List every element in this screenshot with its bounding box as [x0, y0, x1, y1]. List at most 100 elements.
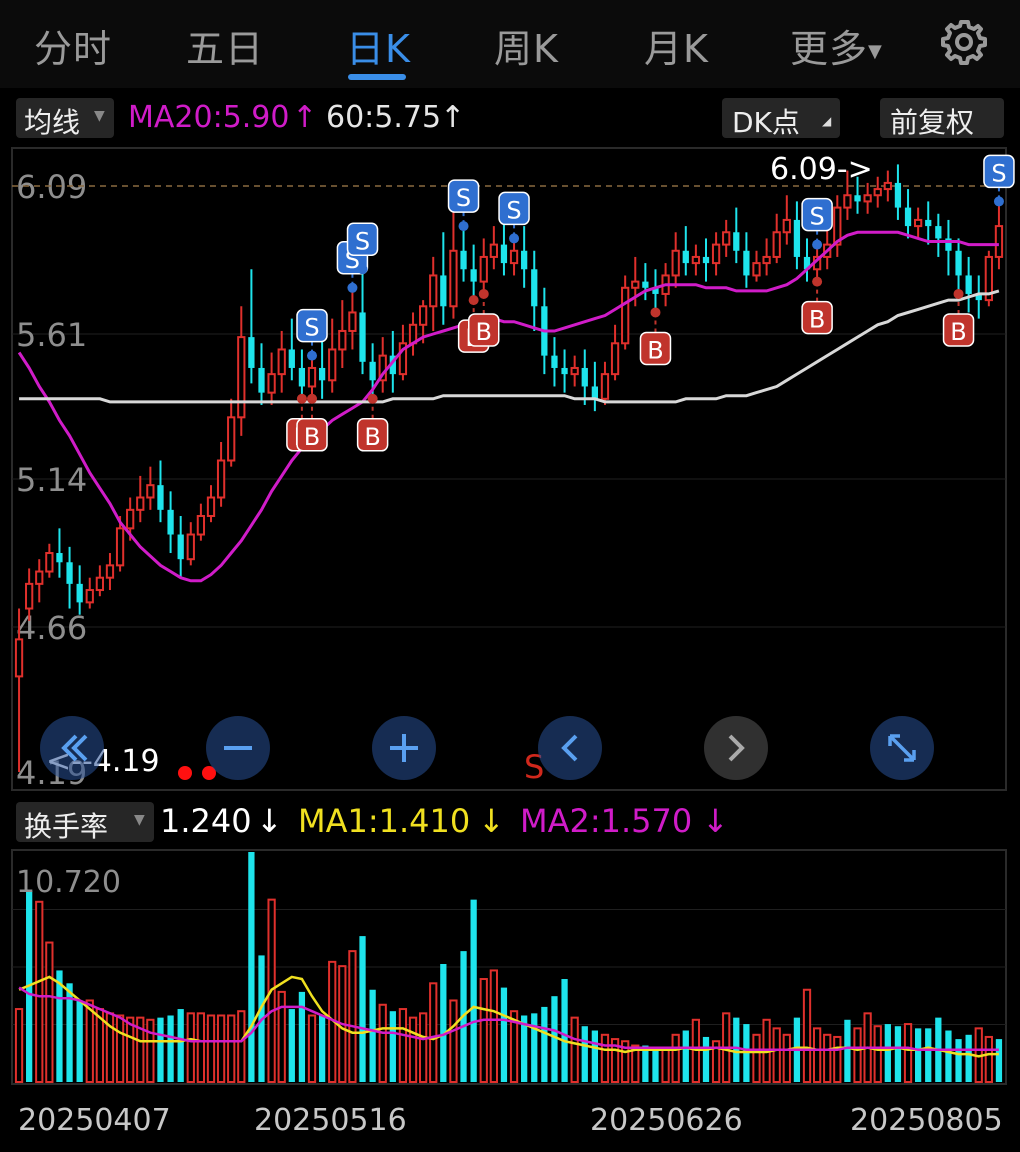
candle-body — [136, 496, 145, 511]
candle-body — [206, 496, 216, 518]
signal-label: B — [304, 423, 320, 451]
turnover-bar — [248, 852, 255, 1082]
turnover-bar — [298, 991, 306, 1082]
candle-body — [419, 305, 428, 326]
turnover-bar — [35, 900, 44, 1083]
turnover-bar — [216, 1014, 226, 1084]
signal-label: S — [506, 196, 521, 224]
turnover-bar — [570, 1016, 579, 1084]
signal-anchor-dot — [812, 239, 823, 250]
turnover-bar — [733, 1017, 740, 1082]
signal-anchor-dot — [468, 295, 479, 306]
signal-label: B — [950, 318, 966, 346]
turnover-bar — [489, 969, 498, 1084]
turnover-bar — [955, 1039, 962, 1082]
turnover-bar — [591, 1030, 598, 1082]
trade-signal-markers: SSSSSSSBBBBBBBB — [286, 154, 1015, 452]
candle-body — [722, 231, 731, 246]
signal-label: S — [355, 227, 370, 255]
candle-body — [95, 576, 104, 592]
candle-body — [429, 274, 438, 308]
turnover-bar — [206, 1014, 216, 1084]
candle-body — [621, 286, 630, 345]
candle-body — [489, 243, 498, 258]
candle-body — [258, 367, 265, 393]
turnover-bar — [661, 1048, 670, 1083]
zoom-out-button[interactable] — [206, 716, 270, 780]
minus-icon — [224, 746, 252, 750]
signal-anchor-dot — [478, 288, 489, 299]
candle-body — [955, 250, 962, 276]
signal-anchor-dot — [812, 276, 823, 287]
ma2-value: MA2:1.570 — [520, 802, 693, 840]
signal-label: B — [476, 318, 492, 346]
date-tick-label: 20250516 — [254, 1103, 407, 1138]
turnover-bar — [833, 1035, 842, 1083]
candle-body — [66, 562, 73, 584]
turnover-bar — [76, 1000, 83, 1082]
candle-body — [581, 367, 588, 387]
candle-body — [460, 250, 467, 270]
candle-body — [318, 367, 326, 381]
candle-body — [610, 342, 620, 376]
scroll-left-button[interactable] — [538, 716, 602, 780]
turnover-bar — [307, 1014, 317, 1084]
candle-body — [479, 255, 488, 283]
ma1-line — [18, 975, 999, 1058]
candle-body — [126, 508, 135, 530]
turnover-selector[interactable]: 换手率 ▼ — [16, 802, 154, 843]
price-tick-label: 6.09 — [16, 168, 87, 206]
turnover-bar — [853, 1027, 862, 1083]
candle-body — [965, 275, 972, 294]
chevron-right-icon — [728, 734, 745, 762]
candle-body — [85, 589, 94, 604]
candle-body — [935, 226, 942, 239]
turnover-bar — [531, 1013, 538, 1082]
fullscreen-button[interactable] — [870, 716, 934, 780]
price-tick-label: 5.14 — [16, 461, 87, 499]
turnover-bar — [167, 1015, 174, 1082]
turnover-bar — [752, 1033, 761, 1083]
scroll-right-button[interactable] — [704, 716, 768, 780]
signal-anchor-dot — [458, 221, 469, 232]
turnover-bar — [186, 1012, 195, 1083]
candle-body — [904, 207, 912, 227]
turnover-bar — [600, 1033, 610, 1083]
expand-icon — [888, 734, 916, 762]
scroll-start-button[interactable] — [40, 716, 104, 780]
signal-anchor-dot — [509, 233, 520, 244]
turnover-bar — [682, 1030, 689, 1082]
turnover-bar — [470, 899, 477, 1082]
candle-body — [369, 361, 376, 381]
turnover-bar — [369, 989, 376, 1082]
candle-body — [561, 367, 568, 375]
candle-body — [854, 195, 861, 202]
candle-body — [146, 484, 155, 499]
candle-body — [631, 280, 640, 289]
turnover-bar — [45, 941, 54, 1083]
turnover-bar — [398, 1008, 408, 1084]
turnover-bar — [157, 1017, 164, 1082]
candle-body — [711, 243, 721, 265]
turnover-bar — [671, 1033, 680, 1083]
candle-body — [196, 515, 206, 536]
turnover-bar — [984, 1035, 993, 1083]
candle-body — [600, 373, 610, 400]
candle-body — [216, 459, 226, 499]
high-price-label: 6.09-> — [770, 152, 873, 187]
candle-body — [733, 232, 740, 251]
turnover-bar — [227, 1014, 236, 1084]
candle-body — [691, 255, 701, 265]
candle-body — [440, 275, 447, 307]
candle-body — [288, 349, 295, 368]
candle-body — [743, 250, 750, 276]
turnover-selector-label: 换手率 — [24, 810, 109, 843]
date-axis-labels: 20250407 20250516 20250626 20250805 — [18, 1103, 1003, 1138]
zoom-in-button[interactable] — [372, 716, 436, 780]
signal-label: S — [991, 159, 1006, 187]
turnover-bar — [652, 1047, 659, 1082]
candle-body — [359, 312, 366, 362]
candle-body — [570, 366, 579, 376]
candle-body — [14, 638, 24, 678]
candle-body — [925, 219, 932, 227]
